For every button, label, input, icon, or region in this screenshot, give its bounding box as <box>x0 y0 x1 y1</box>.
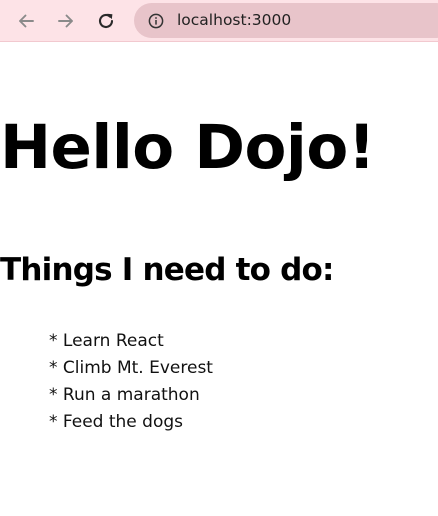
page-title: Hello Dojo! <box>0 112 376 183</box>
reload-icon <box>96 11 116 31</box>
url-text[interactable]: localhost:3000 <box>177 11 291 29</box>
info-icon[interactable] <box>148 13 164 29</box>
arrow-left-icon <box>16 11 36 31</box>
todo-item: * Learn React <box>49 331 164 351</box>
arrow-right-icon <box>56 11 76 31</box>
address-bar[interactable]: localhost:3000 <box>134 3 438 38</box>
back-button[interactable] <box>11 6 41 36</box>
todo-list: * Learn React * Climb Mt. Everest * Run … <box>49 328 213 436</box>
forward-button[interactable] <box>51 6 81 36</box>
page-content: Hello Dojo! Things I need to do: * Learn… <box>0 42 438 516</box>
todo-item: * Climb Mt. Everest <box>49 358 213 378</box>
todo-item: * Run a marathon <box>49 385 200 405</box>
reload-button[interactable] <box>91 6 121 36</box>
todo-item: * Feed the dogs <box>49 412 184 432</box>
browser-toolbar: localhost:3000 <box>0 0 438 42</box>
todo-heading: Things I need to do: <box>0 252 334 288</box>
